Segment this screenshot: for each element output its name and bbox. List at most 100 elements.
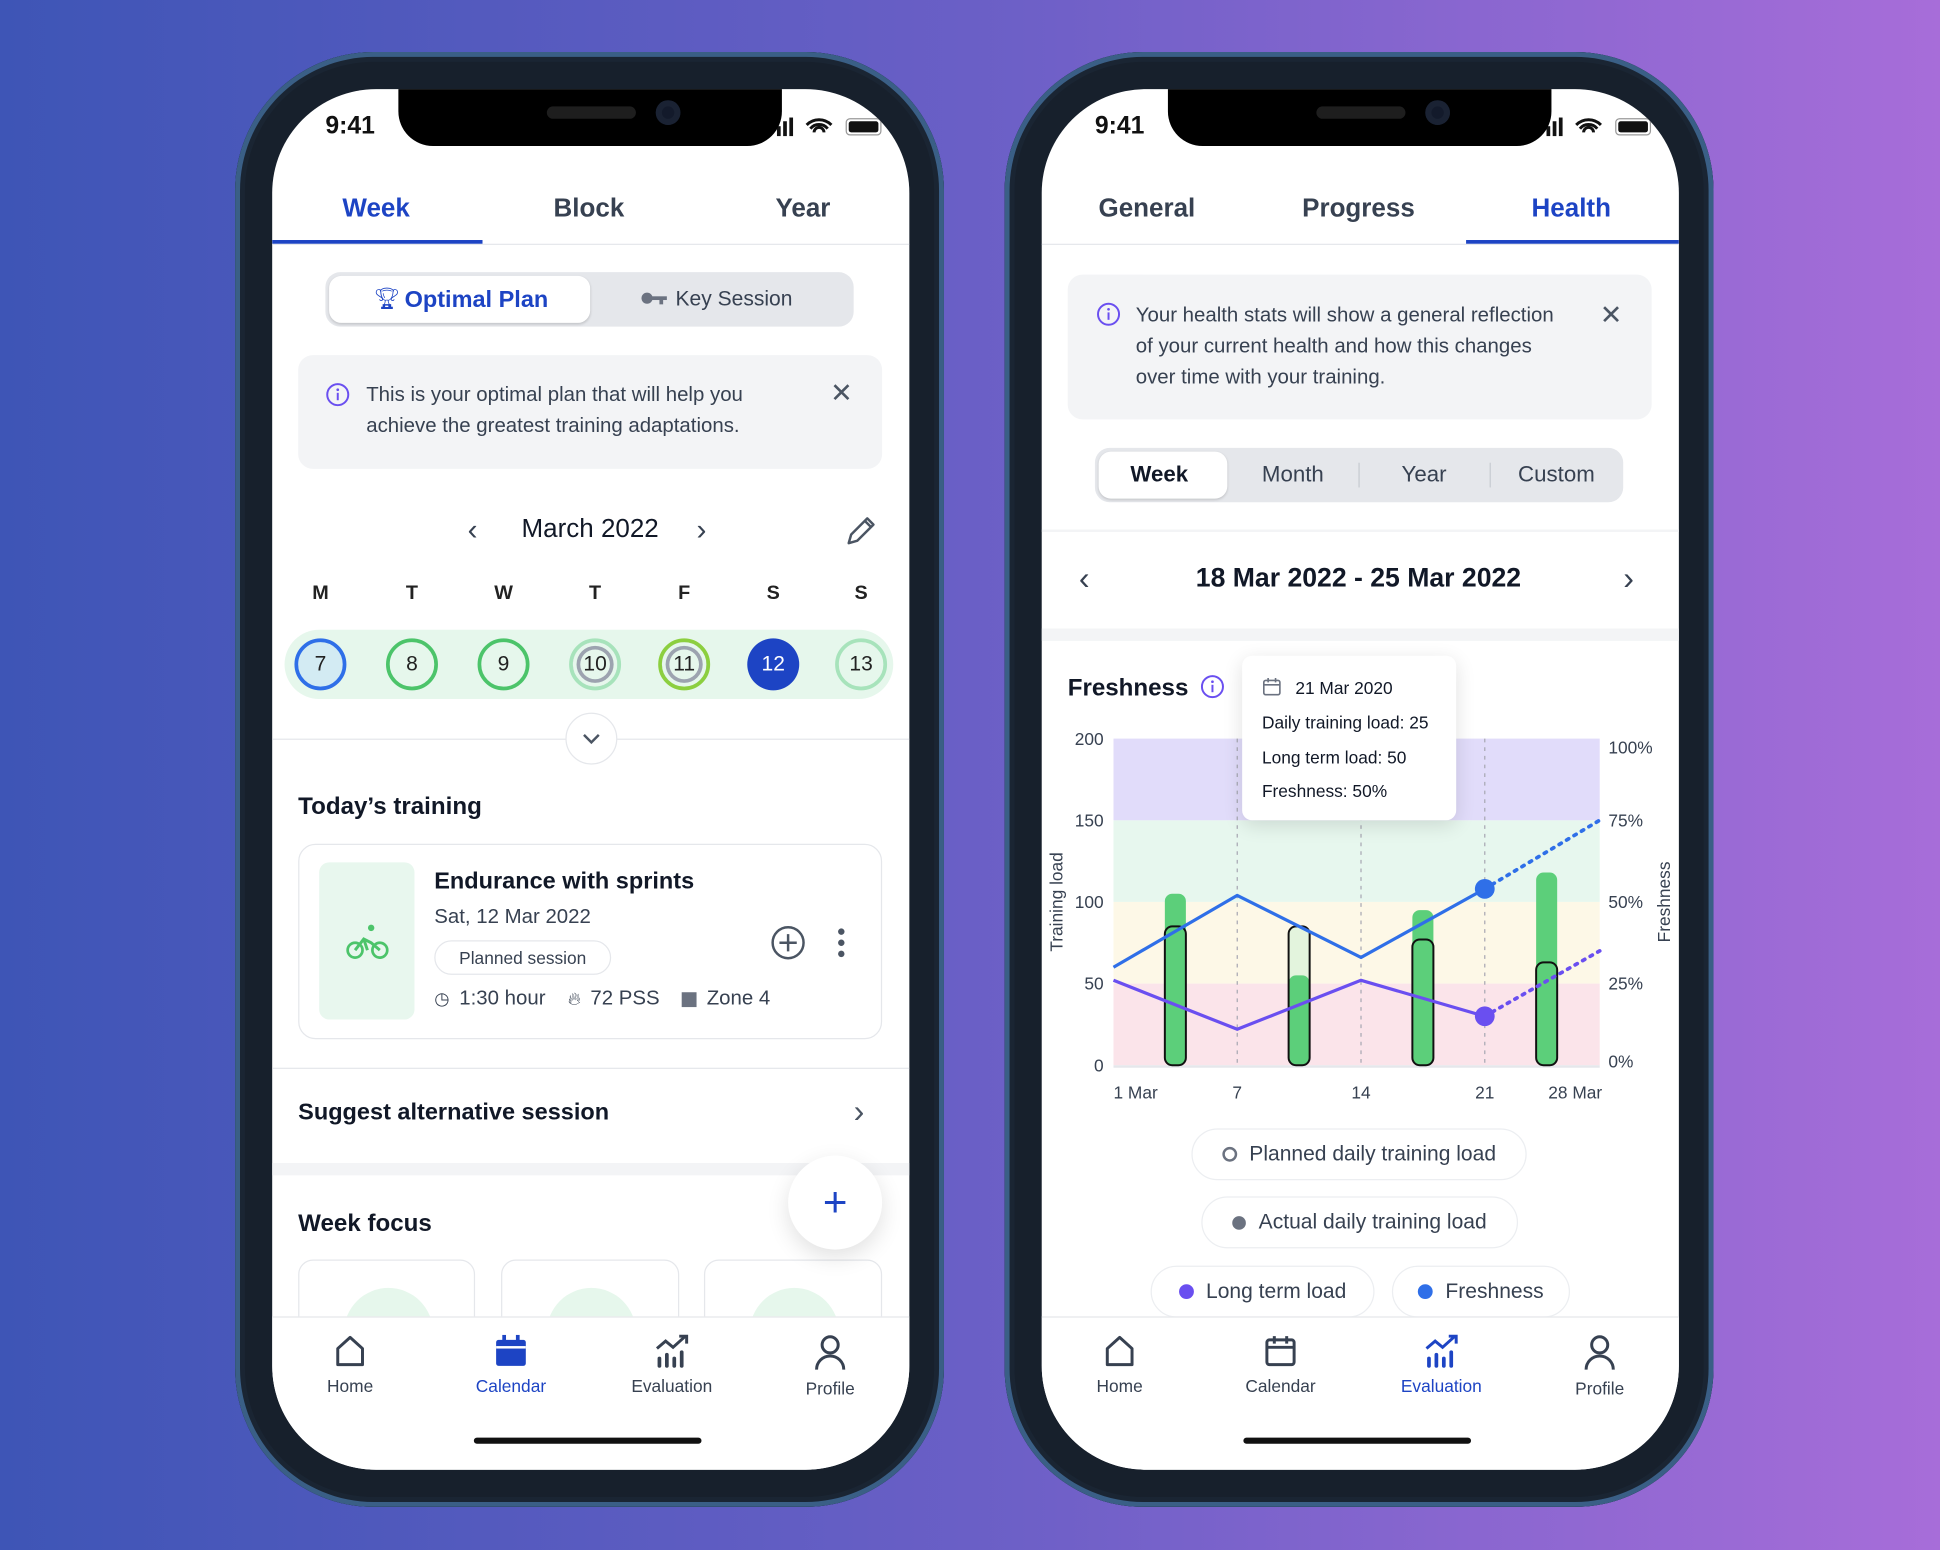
calendar-screen: 9:41 Week Block Year 🏆︎ Optimal Plan Key… xyxy=(272,89,910,1470)
home-icon xyxy=(1058,1334,1182,1369)
x-tick-label: 14 xyxy=(1351,1083,1371,1103)
status-time: 9:41 xyxy=(1094,112,1145,140)
optimal-plan-button[interactable]: 🏆︎ Optimal Plan xyxy=(329,275,591,323)
active-tab-indicator xyxy=(272,240,483,244)
trophy-icon: 🏆︎ xyxy=(373,287,401,311)
tab-progress[interactable]: Progress xyxy=(1302,194,1415,224)
info-text: Your health stats will show a general re… xyxy=(1135,304,1554,389)
add-circle-icon[interactable] xyxy=(770,924,807,961)
day-10[interactable]: 10 xyxy=(569,638,622,691)
tab-health[interactable]: Health xyxy=(1532,194,1611,224)
tab-year[interactable]: Year xyxy=(775,194,830,224)
chevron-right-icon: › xyxy=(853,1092,865,1130)
nav-evaluation[interactable]: Evaluation xyxy=(1379,1334,1503,1396)
evaluation-chart-icon xyxy=(1379,1334,1503,1369)
info-icon[interactable] xyxy=(1200,674,1225,699)
tab-block[interactable]: Block xyxy=(554,194,625,224)
day-12[interactable]: 12 xyxy=(747,638,800,691)
evaluation-chart-icon xyxy=(610,1334,734,1369)
legend-actual[interactable]: Actual daily training load xyxy=(1201,1196,1519,1249)
info-icon xyxy=(326,383,350,407)
x-tick-label: 28 Mar xyxy=(1548,1083,1602,1103)
nav-profile[interactable]: Profile xyxy=(1538,1334,1662,1398)
y-tick-label: 150 xyxy=(1075,810,1104,830)
y2-tick-label: 25% xyxy=(1608,974,1643,994)
nav-home[interactable]: Home xyxy=(288,1334,412,1396)
add-fab-button[interactable]: + xyxy=(788,1155,883,1250)
flame-icon: 🔥︎ xyxy=(567,988,581,1009)
period-year[interactable]: Year xyxy=(1402,461,1447,487)
y2-tick-label: 75% xyxy=(1608,810,1643,830)
close-icon[interactable]: ✕ xyxy=(1600,299,1623,331)
legend-planned[interactable]: Planned daily training load xyxy=(1191,1128,1527,1181)
status-icons xyxy=(776,117,882,137)
x-tick-label: 1 Mar xyxy=(1113,1083,1157,1103)
session-date: Sat, 12 Mar 2022 xyxy=(434,905,591,928)
day-7[interactable]: 7 xyxy=(294,638,347,691)
nav-calendar[interactable]: Calendar xyxy=(449,1334,573,1396)
weekday-label: S xyxy=(854,582,868,604)
info-banner: Your health stats will show a general re… xyxy=(1067,274,1652,420)
day-8[interactable]: 8 xyxy=(386,638,438,691)
period-week[interactable]: Week xyxy=(1130,461,1188,487)
day-11[interactable]: 11 xyxy=(658,638,711,691)
home-icon xyxy=(288,1334,412,1369)
session-title: Endurance with sprints xyxy=(434,868,695,895)
info-text: This is your optimal plan that will help… xyxy=(366,383,743,437)
day-13[interactable]: 13 xyxy=(835,638,888,691)
y2-tick-label: 100% xyxy=(1608,737,1652,757)
next-range-button[interactable]: › xyxy=(1623,559,1634,597)
nav-profile[interactable]: Profile xyxy=(768,1334,892,1398)
suggest-alternative-row[interactable]: Suggest alternative session › xyxy=(272,1068,909,1162)
y-tick-label: 0 xyxy=(1094,1055,1104,1075)
x-tick-label: 7 xyxy=(1232,1083,1242,1103)
section-title: Today’s training xyxy=(298,793,482,821)
zone-icon xyxy=(681,991,697,1007)
prev-range-button[interactable]: ‹ xyxy=(1079,559,1090,597)
actual-bar xyxy=(1412,910,1434,1066)
y-tick-label: 200 xyxy=(1075,729,1104,749)
x-tick-label: 21 xyxy=(1475,1083,1494,1103)
actual-bar xyxy=(1288,975,1310,1066)
profile-icon xyxy=(1538,1334,1662,1371)
section-title: Freshness xyxy=(1067,674,1189,702)
chart-tooltip: 21 Mar 2020 Daily training load: 25 Long… xyxy=(1242,655,1457,821)
section-title: Week focus xyxy=(298,1209,432,1238)
clock-icon: ◷ xyxy=(434,988,450,1009)
info-banner: This is your optimal plan that will help… xyxy=(298,355,883,469)
next-month-button[interactable]: › xyxy=(697,513,707,548)
calendar-icon xyxy=(449,1334,573,1369)
nav-home[interactable]: Home xyxy=(1058,1334,1182,1396)
weekday-label: M xyxy=(312,582,329,604)
y2-axis-label: Freshness xyxy=(1654,861,1674,942)
status-icons xyxy=(1546,117,1652,137)
plan-toggle: 🏆︎ Optimal Plan Key Session xyxy=(325,272,854,327)
prev-month-button[interactable]: ‹ xyxy=(468,513,478,548)
expand-chevron-button[interactable] xyxy=(565,712,618,765)
more-vertical-icon[interactable] xyxy=(836,927,846,959)
edit-pencil-icon[interactable] xyxy=(844,513,879,548)
date-range: 18 Mar 2022 - 25 Mar 2022 xyxy=(1195,562,1522,593)
chart-band xyxy=(1113,820,1600,902)
legend-long-term[interactable]: Long term load xyxy=(1150,1265,1375,1318)
y-tick-label: 50 xyxy=(1084,974,1103,994)
calendar-icon xyxy=(1262,677,1281,696)
nav-evaluation[interactable]: Evaluation xyxy=(610,1334,734,1396)
weekday-label: T xyxy=(405,582,419,604)
close-icon[interactable]: ✕ xyxy=(830,377,853,409)
actual-bar xyxy=(1536,872,1558,1066)
session-card[interactable]: Endurance with sprints Sat, 12 Mar 2022 … xyxy=(298,843,883,1040)
weekday-label: T xyxy=(589,582,602,604)
profile-icon xyxy=(768,1334,892,1371)
tab-week[interactable]: Week xyxy=(342,194,409,224)
bike-icon xyxy=(319,862,415,1020)
period-custom[interactable]: Custom xyxy=(1518,461,1595,487)
legend-freshness[interactable]: Freshness xyxy=(1391,1265,1571,1318)
nav-calendar[interactable]: Calendar xyxy=(1219,1334,1343,1396)
health-screen: 9:41 General Progress Health Your health… xyxy=(1041,89,1679,1470)
tab-general[interactable]: General xyxy=(1098,194,1195,224)
day-9[interactable]: 9 xyxy=(477,638,530,691)
status-time: 9:41 xyxy=(325,112,375,140)
freshness-highlight-point xyxy=(1474,878,1495,899)
period-month[interactable]: Month xyxy=(1262,461,1324,487)
